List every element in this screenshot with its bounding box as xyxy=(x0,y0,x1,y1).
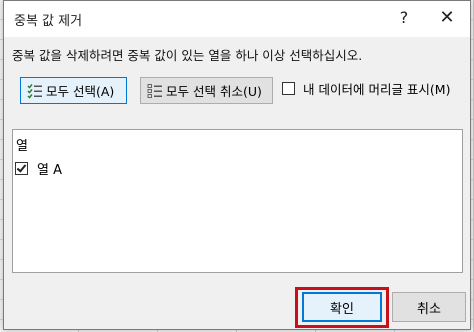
columns-list-header: 열 xyxy=(16,139,28,154)
checklist-icon xyxy=(27,83,42,99)
checkmark-icon xyxy=(16,162,27,173)
column-checkbox[interactable] xyxy=(15,162,28,175)
ok-button[interactable]: 확인 xyxy=(302,292,382,322)
select-all-button[interactable]: 모두 선택(A) xyxy=(20,77,127,104)
column-label: 열 A xyxy=(37,163,62,178)
my-data-has-headers-option[interactable]: 내 데이터에 머리글 표시(M) xyxy=(282,79,450,98)
title-bar: 중복 값 제거 ? ✕ xyxy=(4,1,470,37)
columns-list: 열 열 A xyxy=(12,129,463,273)
instruction-text: 중복 값을 삭제하려면 중복 값이 있는 열을 하나 이상 선택하십시오. xyxy=(12,48,363,63)
deselect-all-button[interactable]: 모두 선택 취소(U) xyxy=(140,77,273,104)
column-list-item[interactable]: 열 A xyxy=(15,159,62,178)
select-all-label: 모두 선택(A) xyxy=(46,84,115,99)
unchecked-list-icon xyxy=(147,83,162,98)
cancel-button[interactable]: 취소 xyxy=(392,292,466,322)
help-button[interactable]: ? xyxy=(395,9,413,27)
close-button[interactable]: ✕ xyxy=(438,9,456,27)
headers-checkbox-label: 내 데이터에 머리글 표시(M) xyxy=(303,82,451,97)
deselect-all-label: 모두 선택 취소(U) xyxy=(166,84,262,99)
remove-duplicates-dialog: 중복 값 제거 ? ✕ 중복 값을 삭제하려면 중복 값이 있는 열을 하나 이… xyxy=(3,0,471,330)
dialog-title: 중복 값 제거 xyxy=(14,14,83,29)
headers-checkbox[interactable] xyxy=(282,82,295,95)
